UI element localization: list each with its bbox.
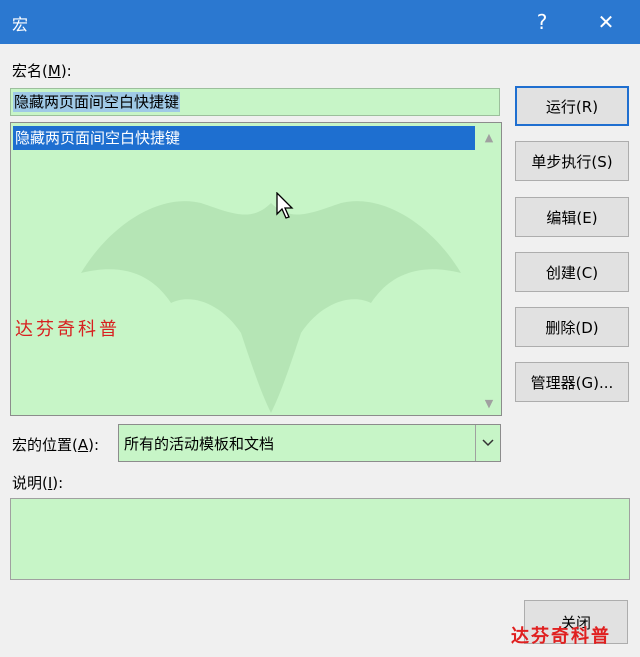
macro-name-input[interactable]: 隐藏两页面间空白快捷键	[10, 88, 500, 116]
create-button[interactable]: 创建(C)	[515, 252, 629, 292]
organizer-button[interactable]: 管理器(G)...	[515, 362, 629, 402]
macro-name-value: 隐藏两页面间空白快捷键	[13, 92, 181, 112]
list-scrollbar[interactable]: ▲ ▼	[477, 123, 501, 415]
step-into-button[interactable]: 单步执行(S)	[515, 141, 629, 181]
close-icon: ✕	[597, 10, 615, 34]
list-item[interactable]: 隐藏两页面间空白快捷键	[13, 126, 475, 150]
chevron-down-icon	[482, 439, 494, 447]
macro-location-select[interactable]: 所有的活动模板和文档	[118, 424, 501, 462]
close-window-button[interactable]: ✕	[586, 4, 626, 40]
macro-name-label: 宏名(M):	[12, 62, 72, 80]
bat-watermark-graphic	[81, 201, 461, 413]
watermark-text: 达芬奇科普	[15, 319, 120, 340]
description-label: 说明(I):	[12, 474, 64, 492]
macro-location-label: 宏的位置(A):	[12, 436, 100, 454]
edit-button[interactable]: 编辑(E)	[515, 197, 629, 237]
help-icon: ?	[536, 10, 548, 34]
scroll-up-icon[interactable]: ▲	[477, 127, 501, 147]
macro-location-value: 所有的活动模板和文档	[124, 435, 275, 453]
dropdown-button[interactable]	[475, 425, 500, 461]
help-button[interactable]: ?	[522, 4, 562, 40]
window-title: 宏	[12, 15, 29, 34]
delete-button[interactable]: 删除(D)	[515, 307, 629, 347]
description-box	[10, 498, 630, 580]
title-bar: 宏 ? ✕	[0, 0, 640, 44]
scroll-down-icon[interactable]: ▼	[477, 393, 501, 413]
mouse-cursor-icon	[276, 192, 294, 219]
corner-watermark-text: 达芬奇科普	[511, 626, 611, 647]
run-button[interactable]: 运行(R)	[515, 86, 629, 126]
macro-list[interactable]: 隐藏两页面间空白快捷键 达芬奇科普 ▲ ▼	[10, 122, 502, 416]
